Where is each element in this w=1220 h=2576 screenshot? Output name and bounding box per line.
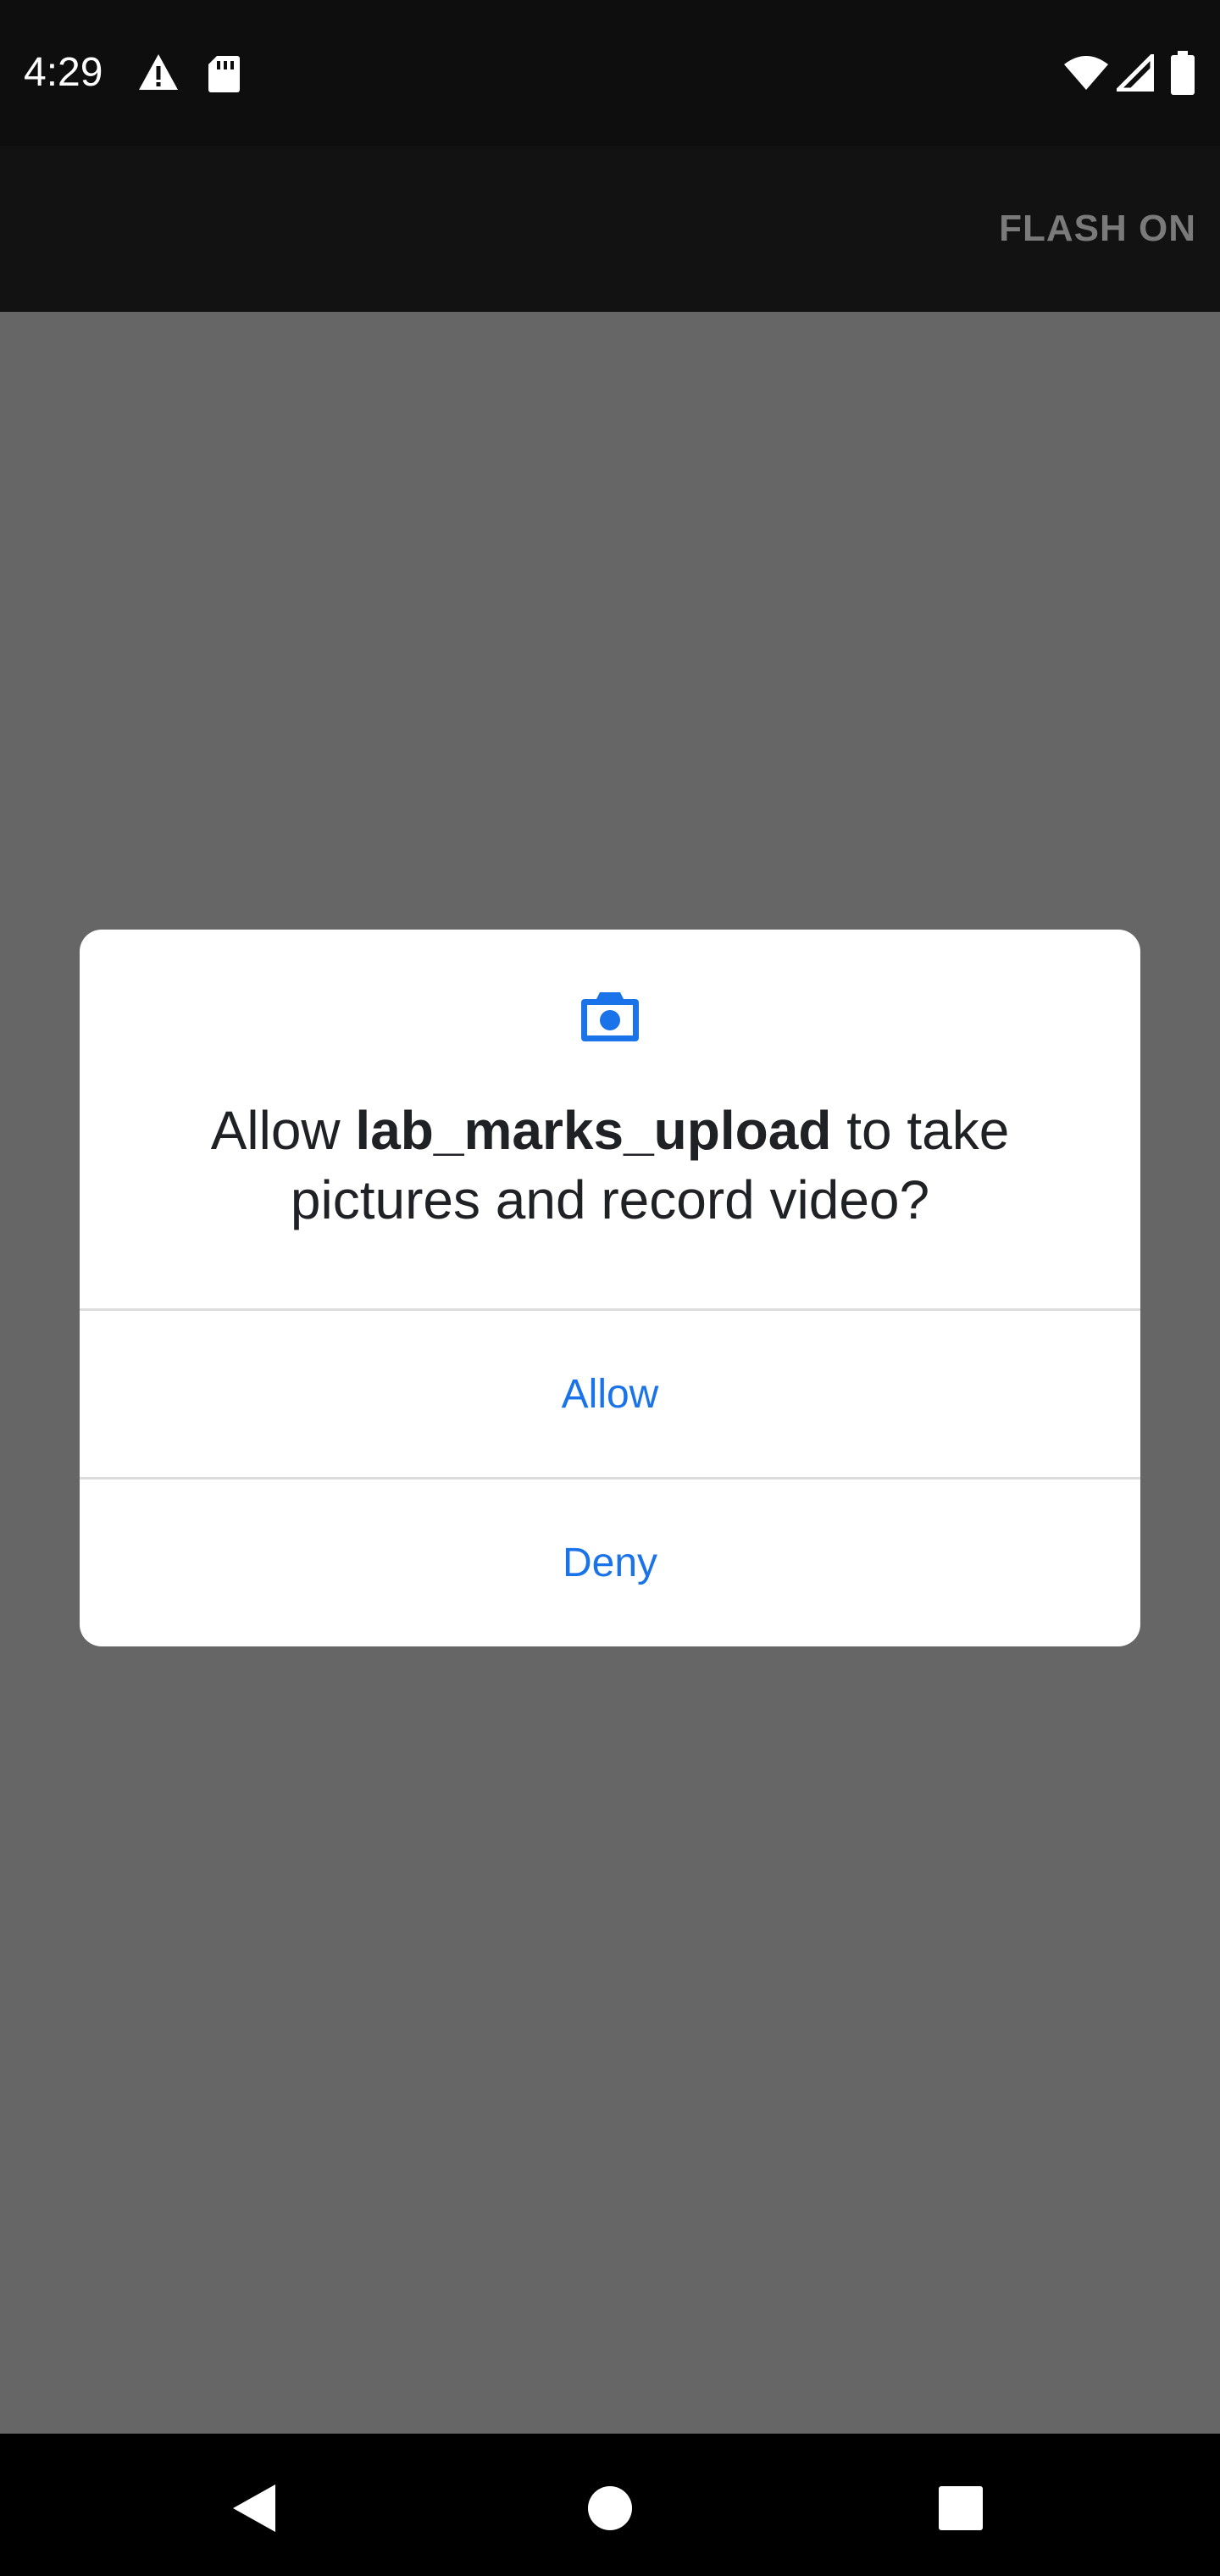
status-time: 4:29 xyxy=(24,50,103,95)
deny-button[interactable]: Deny xyxy=(80,1480,1140,1646)
app-name: lab_marks_upload xyxy=(355,1100,832,1161)
dialog-title: Allow lab_marks_upload to take pictures … xyxy=(114,1096,1106,1235)
permission-dialog: Allow lab_marks_upload to take pictures … xyxy=(80,930,1140,1646)
cell-signal-icon xyxy=(1117,54,1154,92)
home-icon xyxy=(588,2486,632,2530)
wifi-icon xyxy=(1064,56,1108,90)
screen: 4:29 FLASH ON Allow lab_marks_upload to … xyxy=(0,0,1220,2576)
status-bar: 4:29 xyxy=(0,0,1220,146)
allow-button[interactable]: Allow xyxy=(80,1311,1140,1477)
flash-toggle-button[interactable]: FLASH ON xyxy=(999,203,1196,254)
title-prefix: Allow xyxy=(210,1100,356,1161)
recents-icon xyxy=(939,2486,983,2530)
back-button[interactable] xyxy=(212,2466,297,2551)
warning-icon xyxy=(139,54,178,90)
battery-icon xyxy=(1171,51,1195,95)
home-button[interactable] xyxy=(568,2466,652,2551)
camera-icon xyxy=(581,992,639,1041)
sd-card-icon xyxy=(208,56,240,92)
recents-button[interactable] xyxy=(918,2466,1003,2551)
back-icon xyxy=(233,2484,275,2532)
